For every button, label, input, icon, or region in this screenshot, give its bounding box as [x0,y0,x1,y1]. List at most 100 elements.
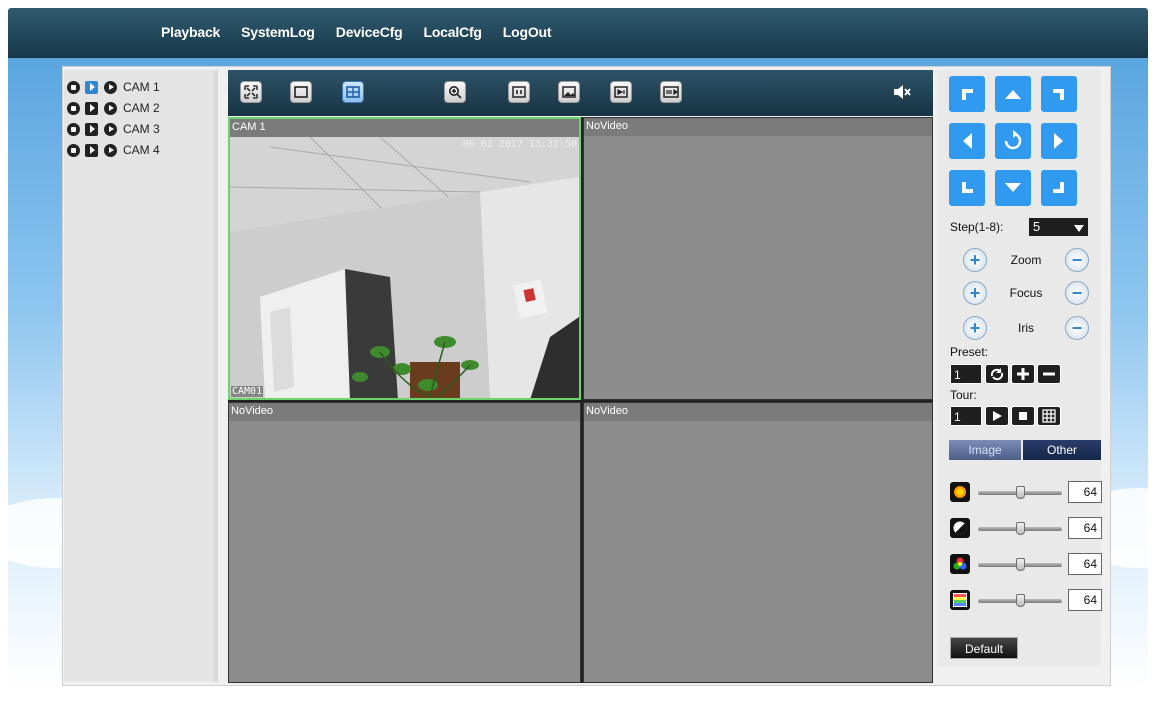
play-icon[interactable] [85,80,98,94]
ptz-right-button[interactable] [1041,123,1077,159]
ptz-left-button[interactable] [949,123,985,159]
zoom-in-icon [449,86,462,99]
ptz-down-left-button[interactable] [949,170,985,206]
record-icon[interactable] [104,101,117,115]
mute-button[interactable] [893,84,911,105]
preset-add-button[interactable] [1011,364,1035,384]
camera-label[interactable]: CAM 3 [123,122,160,136]
cell-title: NoVideo [229,403,580,421]
video-cell-4[interactable]: NoVideo [583,402,933,683]
play-icon[interactable] [85,122,98,136]
iris-open-button[interactable]: + [963,316,987,340]
settings-tabs: Image Other [949,440,1101,460]
default-button[interactable]: Default [950,637,1018,659]
slider-handle[interactable] [1016,522,1025,535]
iris-close-button[interactable]: − [1065,316,1089,340]
play-icon[interactable] [85,101,98,115]
arrow-right-icon [1054,133,1063,149]
play-icon[interactable] [85,143,98,157]
iris-control: + Iris − [963,316,1089,340]
preset-delete-button[interactable] [1037,364,1061,384]
contrast-value[interactable]: 64 [1068,517,1102,539]
arrow-up-icon [1005,90,1021,99]
camera-label[interactable]: CAM 2 [123,101,160,115]
ptz-panel: Step(1-8): 5 + Zoom − + Focus − + Iris −… [937,70,1102,666]
contrast-icon [950,518,970,538]
record-icon[interactable] [104,80,117,94]
stop-icon[interactable] [67,122,80,136]
tab-image[interactable]: Image [949,440,1022,460]
brightness-row: 64 [950,480,1102,504]
record-icon [614,86,628,98]
quad-view-button[interactable] [342,81,364,103]
tour-play-button[interactable] [985,406,1009,426]
video-grid: CAM 1 06 02 2017 13:32:50 CAM01 NoVideo … [228,117,933,683]
stop-all-button[interactable] [508,81,530,103]
saturation-icon [950,554,970,574]
zoom-in-button[interactable]: + [963,248,987,272]
zoom-button[interactable] [444,81,466,103]
arrow-down-right-icon [1053,182,1064,193]
camera-label[interactable]: CAM 4 [123,143,160,157]
preset-label: Preset: [950,345,989,359]
arrow-up-left-icon [962,89,973,100]
hue-value[interactable]: 64 [1068,589,1102,611]
camera-osd-tag: CAM01 [231,386,264,397]
ptz-up-left-button[interactable] [949,76,985,112]
plus-icon: + [969,250,981,270]
video-cell-1[interactable]: CAM 1 06 02 2017 13:32:50 CAM01 [228,117,581,400]
saturation-value[interactable]: 64 [1068,553,1102,575]
saturation-slider[interactable] [978,558,1062,571]
preset-number-input[interactable]: 1 [950,364,982,384]
contrast-slider[interactable] [978,522,1062,535]
step-value: 5 [1033,219,1041,234]
zoom-out-button[interactable]: − [1065,248,1089,272]
ptz-up-button[interactable] [995,76,1031,112]
stop-icon[interactable] [67,101,80,115]
stop-icon[interactable] [67,143,80,157]
ptz-down-right-button[interactable] [1041,170,1077,206]
step-select[interactable]: 5 [1029,218,1088,236]
focus-near-button[interactable]: + [963,281,987,305]
camera-feed-image [230,137,579,398]
brightness-slider[interactable] [978,486,1062,499]
record-button[interactable] [610,81,632,103]
stop-icon[interactable] [67,80,80,94]
slider-handle[interactable] [1016,558,1025,571]
camera-label[interactable]: CAM 1 [123,80,160,94]
snapshot-button[interactable] [558,81,580,103]
focus-far-button[interactable]: − [1065,281,1089,305]
brightness-icon [950,482,970,502]
tour-config-button[interactable] [1037,406,1061,426]
minus-icon: − [1071,250,1083,270]
nav-localcfg[interactable]: LocalCfg [423,24,481,40]
record-icon[interactable] [104,122,117,136]
saturation-row: 64 [950,552,1102,576]
nav-logout[interactable]: LogOut [503,24,552,40]
zoom-control: + Zoom − [963,248,1089,272]
video-cell-3[interactable]: NoVideo [228,402,581,683]
nav-systemlog[interactable]: SystemLog [241,24,315,40]
video-cell-2[interactable]: NoVideo [583,117,933,400]
slider-handle[interactable] [1016,594,1025,607]
single-view-button[interactable] [290,81,312,103]
brightness-value[interactable]: 64 [1068,481,1102,503]
ptz-down-button[interactable] [995,170,1031,206]
stop-icon [1019,412,1027,420]
ptz-auto-button[interactable] [995,123,1031,159]
record-all-button[interactable] [660,81,682,103]
ptz-up-right-button[interactable] [1041,76,1077,112]
tab-other[interactable]: Other [1023,440,1101,460]
camera-row-2: CAM 2 [67,98,160,118]
snapshot-icon [562,86,576,98]
tour-number-input[interactable]: 1 [950,406,982,426]
nav-playback[interactable]: Playback [161,24,220,40]
tour-stop-button[interactable] [1011,406,1035,426]
slider-handle[interactable] [1016,486,1025,499]
hue-slider[interactable] [978,594,1062,607]
record-icon[interactable] [104,143,117,157]
fullscreen-button[interactable] [240,81,262,103]
preset-call-button[interactable] [985,364,1009,384]
nav-devicecfg[interactable]: DeviceCfg [336,24,403,40]
fullscreen-icon [244,85,258,99]
